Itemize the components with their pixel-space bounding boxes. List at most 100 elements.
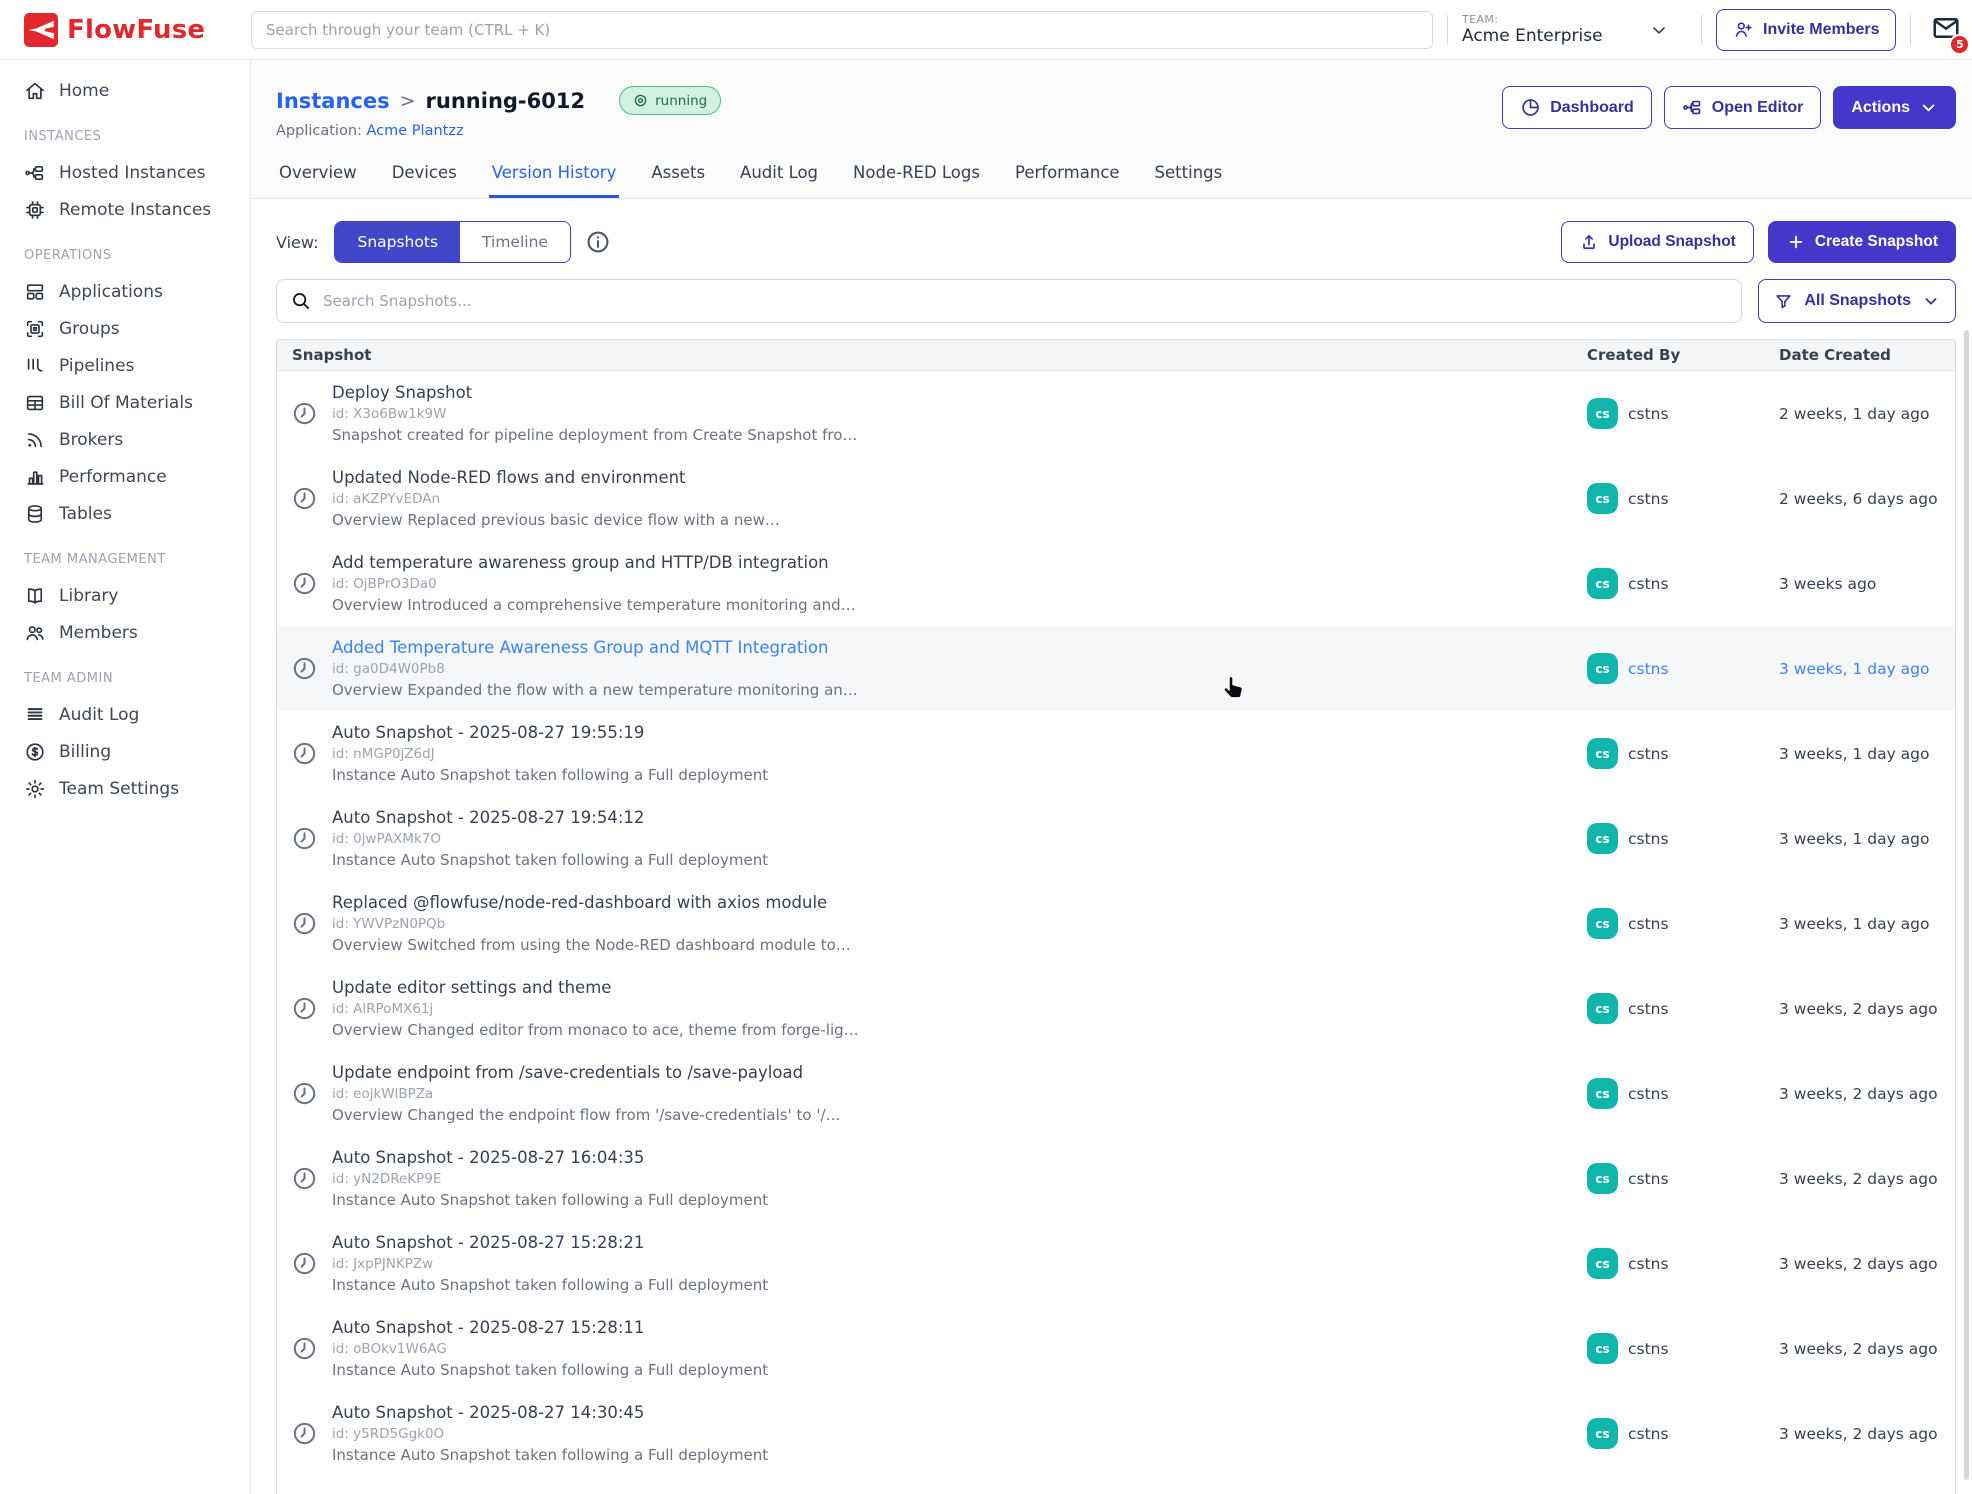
sidebar-section-label: TEAM ADMIN <box>0 651 250 696</box>
sidebar-item-label: Team Settings <box>59 779 179 799</box>
snapshot-author: cscstns <box>1587 653 1779 684</box>
tab-performance[interactable]: Performance <box>1012 163 1123 198</box>
author-name: cstns <box>1628 575 1669 593</box>
view-label: View: <box>276 233 318 252</box>
sidebar-item-tables[interactable]: Tables <box>0 495 250 532</box>
column-header-snapshot: Snapshot <box>292 346 1587 364</box>
main-content: Instances > running-6012 running <box>251 60 1972 1494</box>
flowfuse-app: FlowFuse TEAM: Acme Enterprise Invite Me… <box>0 0 1972 1494</box>
snapshot-row-main: Replaced @flowfuse/node-red-dashboard wi… <box>332 893 1587 954</box>
team-selector[interactable]: TEAM: Acme Enterprise <box>1462 13 1687 46</box>
author-avatar: cs <box>1587 908 1618 939</box>
view-toggle-snapshots[interactable]: Snapshots <box>335 222 460 262</box>
snapshot-row[interactable]: Auto Snapshot - 2025-08-27 15:28:21id: J… <box>277 1221 1955 1306</box>
notifications-button[interactable]: 5 <box>1931 13 1961 47</box>
sidebar-section-label: OPERATIONS <box>0 228 250 273</box>
sidebar-item-groups[interactable]: Groups <box>0 310 250 347</box>
sidebar-item-billing[interactable]: Billing <box>0 733 250 770</box>
snapshot-row[interactable]: Auto Snapshot - 2025-08-27 16:04:35id: y… <box>277 1136 1955 1221</box>
snapshot-id: id: AlRPoMX61j <box>332 1001 1567 1017</box>
snapshot-author: cscstns <box>1587 398 1779 429</box>
snapshot-id: id: eojkWlBPZa <box>332 1086 1567 1102</box>
view-toggle-timeline[interactable]: Timeline <box>460 222 570 262</box>
snapshot-row[interactable]: Updated Node-RED flows and environmentid… <box>277 456 1955 541</box>
upload-snapshot-button[interactable]: Upload Snapshot <box>1561 221 1753 263</box>
sidebar-item-pipelines[interactable]: Pipelines <box>0 347 250 384</box>
tab-settings[interactable]: Settings <box>1152 163 1226 198</box>
snapshot-row[interactable]: Update editor settings and themeid: AlRP… <box>277 966 1955 1051</box>
snapshot-row[interactable]: Add temperature awareness group and HTTP… <box>277 541 1955 626</box>
tab-assets[interactable]: Assets <box>648 163 708 198</box>
snapshot-row[interactable]: Auto Snapshot - 2025-08-27 14:30:45id: y… <box>277 1391 1955 1476</box>
author-avatar: cs <box>1587 1333 1618 1364</box>
author-name: cstns <box>1628 1340 1669 1358</box>
sidebar-item-label: Members <box>59 623 138 643</box>
snapshot-filter-dropdown[interactable]: All Snapshots <box>1758 279 1956 323</box>
snapshot-row-main: Auto Snapshot - 2025-08-27 15:28:11id: o… <box>332 1318 1587 1379</box>
sidebar-item-team-settings[interactable]: Team Settings <box>0 770 250 807</box>
column-header-created-by: Created By <box>1587 346 1779 364</box>
flowfuse-logo[interactable]: FlowFuse <box>0 13 251 47</box>
author-avatar: cs <box>1587 1078 1618 1109</box>
snapshot-title: Auto Snapshot - 2025-08-27 15:28:11 <box>332 1318 1567 1337</box>
snapshot-row[interactable]: Replaced @flowfuse/node-red-dashboard wi… <box>277 881 1955 966</box>
dashboard-button[interactable]: Dashboard <box>1502 86 1652 129</box>
sidebar-item-remote-instances[interactable]: Remote Instances <box>0 191 250 228</box>
clock-icon <box>291 995 318 1022</box>
tab-node-red-logs[interactable]: Node-RED Logs <box>850 163 983 198</box>
lines-icon <box>24 704 46 726</box>
status-label: running <box>655 93 707 109</box>
sidebar-item-bill-of-materials[interactable]: Bill Of Materials <box>0 384 250 421</box>
application-link[interactable]: Acme Plantzz <box>367 123 464 139</box>
instance-tabs: Overview Devices Version History Assets Audi… <box>276 163 1956 198</box>
tab-overview[interactable]: Overview <box>276 163 360 198</box>
snapshot-row[interactable]: Auto Snapshot - 2025-08-27 19:55:19id: n… <box>277 711 1955 796</box>
sidebar-item-library[interactable]: Library <box>0 577 250 614</box>
sidebar-item-label: Billing <box>59 742 111 762</box>
snapshot-date: 2 weeks, 6 days ago <box>1779 490 1955 508</box>
search-icon <box>290 290 312 312</box>
tab-version-history[interactable]: Version History <box>489 163 620 198</box>
snapshot-row[interactable]: Add HTTP endpoint for saving credentials… <box>277 1476 1955 1494</box>
snapshot-row[interactable]: Auto Snapshot - 2025-08-27 19:54:12id: 0… <box>277 796 1955 881</box>
snapshot-row[interactable]: Auto Snapshot - 2025-08-27 15:28:11id: o… <box>277 1306 1955 1391</box>
tab-devices[interactable]: Devices <box>389 163 460 198</box>
create-snapshot-label: Create Snapshot <box>1815 233 1938 251</box>
sidebar-item-brokers[interactable]: Brokers <box>0 421 250 458</box>
breadcrumb-instances-link[interactable]: Instances <box>276 89 390 113</box>
snapshot-row[interactable]: Deploy Snapshotid: X3o6Bw1k9WSnapshot cr… <box>277 371 1955 456</box>
snapshot-date: 3 weeks, 2 days ago <box>1779 1085 1955 1103</box>
chevron-down-icon <box>1649 20 1669 40</box>
sidebar-item-applications[interactable]: Applications <box>0 273 250 310</box>
snapshot-author: cscstns <box>1587 1418 1779 1449</box>
sidebar-item-performance[interactable]: Performance <box>0 458 250 495</box>
snapshot-author: cscstns <box>1587 1078 1779 1109</box>
author-name: cstns <box>1628 1425 1669 1443</box>
open-editor-button[interactable]: Open Editor <box>1664 86 1822 129</box>
snapshot-description: Overview Changed the endpoint flow from … <box>332 1106 1567 1124</box>
snapshot-date: 3 weeks, 2 days ago <box>1779 1255 1955 1273</box>
snapshot-date: 3 weeks, 2 days ago <box>1779 1000 1955 1018</box>
sidebar-item-members[interactable]: Members <box>0 614 250 651</box>
tab-audit-log[interactable]: Audit Log <box>737 163 821 198</box>
upload-snapshot-label: Upload Snapshot <box>1608 233 1735 251</box>
snapshot-search-input[interactable] <box>276 279 1742 323</box>
global-search-input[interactable] <box>251 11 1433 49</box>
sidebar-item-home[interactable]: Home <box>0 72 250 109</box>
snapshot-row-main: Auto Snapshot - 2025-08-27 14:30:45id: y… <box>332 1403 1587 1464</box>
author-name: cstns <box>1628 1170 1669 1188</box>
snapshot-row[interactable]: Added Temperature Awareness Group and MQ… <box>277 626 1955 711</box>
sidebar-item-hosted-instances[interactable]: Hosted Instances <box>0 154 250 191</box>
invite-members-button[interactable]: Invite Members <box>1716 9 1896 51</box>
status-badge: running <box>619 86 721 115</box>
sidebar-item-audit-log[interactable]: Audit Log <box>0 696 250 733</box>
dashboard-button-label: Dashboard <box>1550 99 1634 117</box>
snapshot-row-main: Update editor settings and themeid: AlRP… <box>332 978 1587 1039</box>
actions-button[interactable]: Actions <box>1833 86 1956 129</box>
scrollbar[interactable] <box>1964 330 1969 1480</box>
instance-page-header: Instances > running-6012 running <box>251 60 1972 199</box>
snapshot-row[interactable]: Update endpoint from /save-credentials t… <box>277 1051 1955 1136</box>
create-snapshot-button[interactable]: Create Snapshot <box>1768 221 1956 263</box>
info-icon[interactable] <box>585 229 611 255</box>
snapshot-date: 3 weeks, 1 day ago <box>1779 915 1955 933</box>
